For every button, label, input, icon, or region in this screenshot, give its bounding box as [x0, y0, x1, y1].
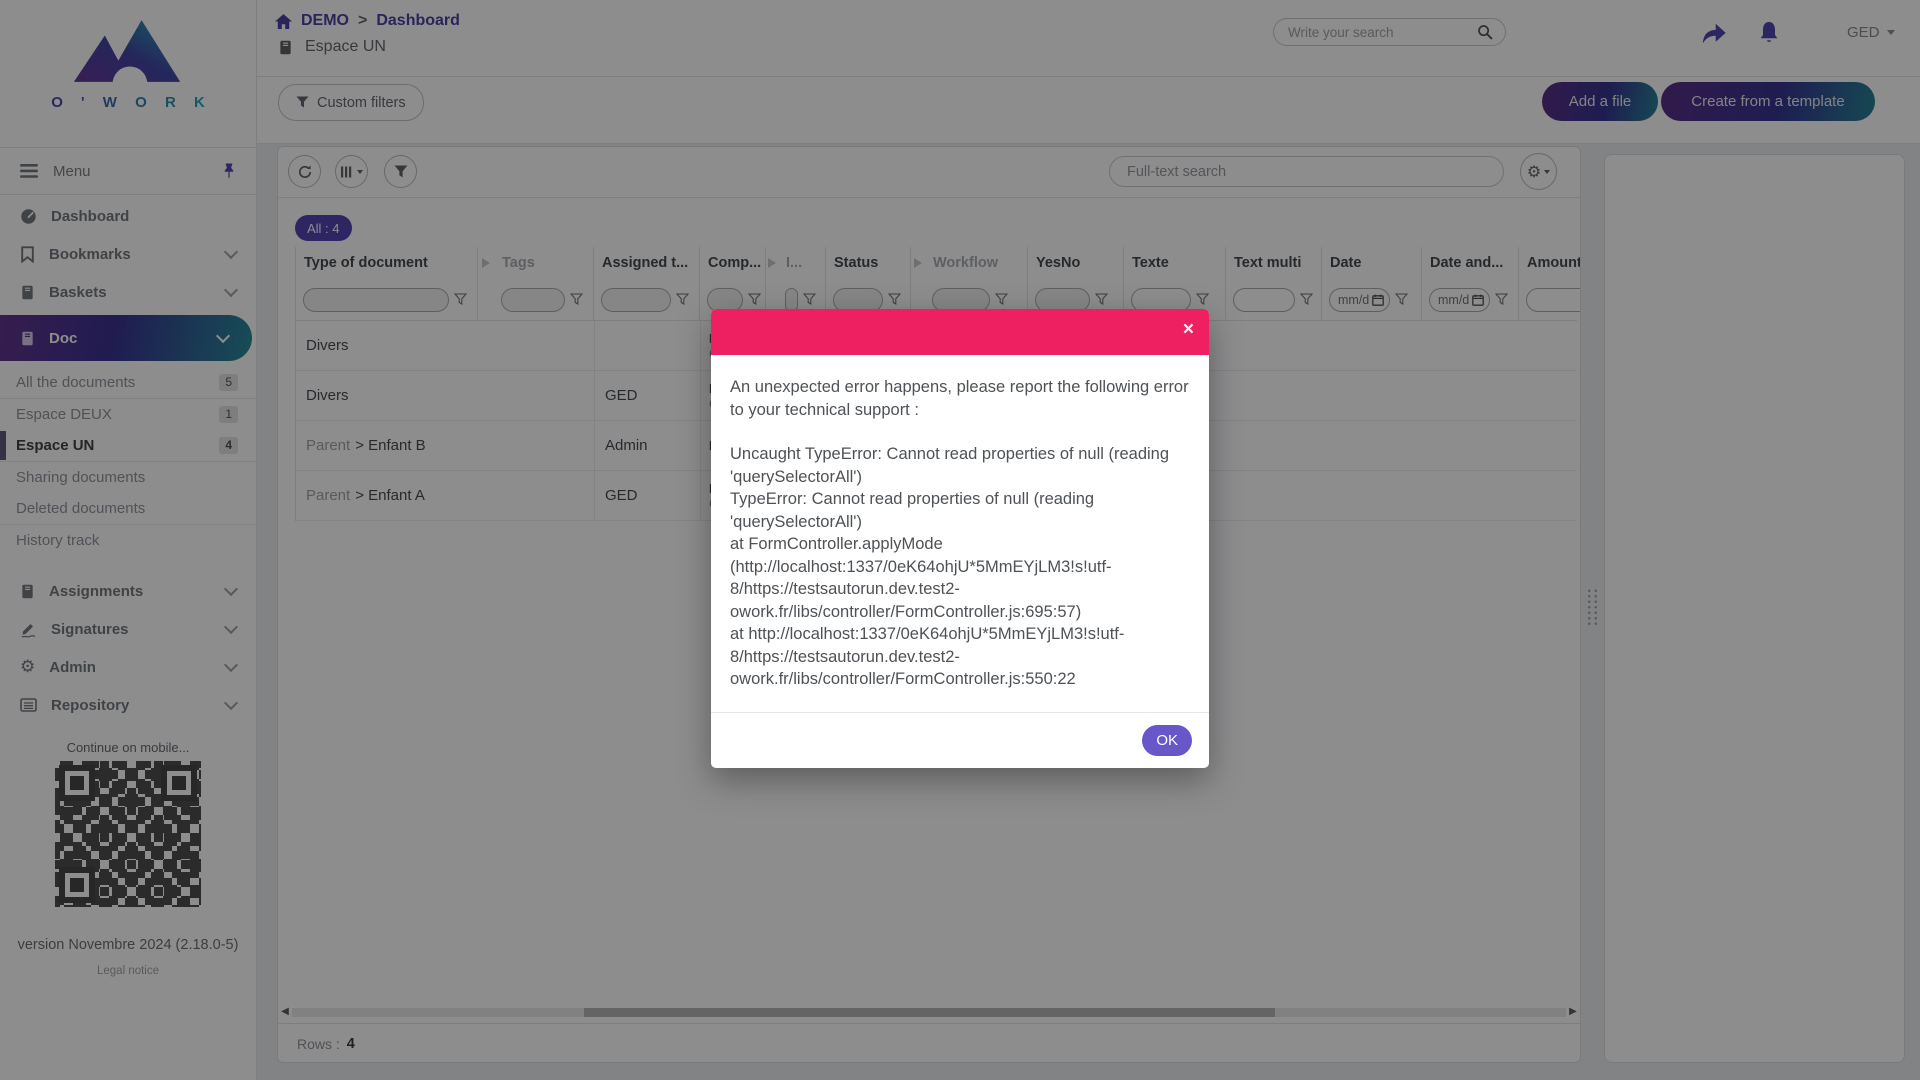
error-line: TypeError: Cannot read properties of nul…: [730, 488, 1190, 533]
error-dialog-body: An unexpected error happens, please repo…: [711, 355, 1209, 699]
error-line: at FormController.applyMode (http://loca…: [730, 533, 1190, 623]
error-intro-text: An unexpected error happens, please repo…: [730, 376, 1190, 421]
close-icon[interactable]: ×: [1183, 320, 1194, 339]
ok-button[interactable]: OK: [1142, 725, 1192, 756]
error-dialog-footer: OK: [711, 712, 1209, 768]
error-line: at http://localhost:1337/0eK64ohjU*5MmEY…: [730, 623, 1190, 691]
app-root: O ' W O R K Menu Dashboard: [0, 0, 1920, 1080]
error-dialog: × An unexpected error happens, please re…: [711, 309, 1209, 768]
error-dialog-header: ×: [711, 309, 1209, 355]
error-line: Uncaught TypeError: Cannot read properti…: [730, 443, 1190, 488]
